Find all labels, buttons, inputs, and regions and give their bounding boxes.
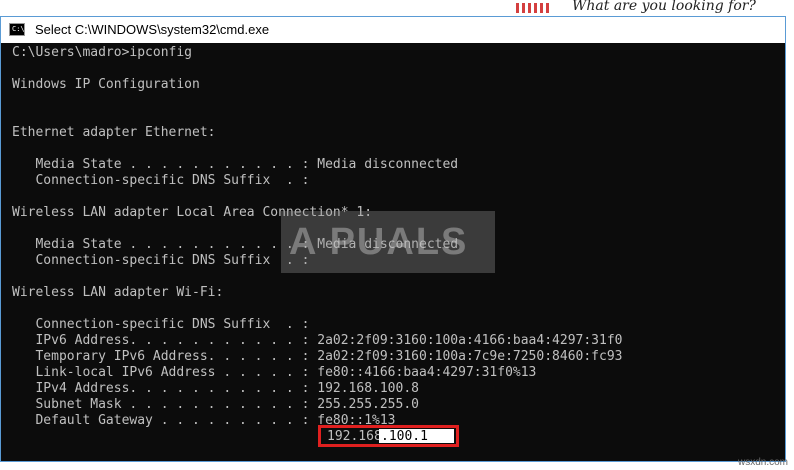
site-watermark: wsxdn.com xyxy=(737,457,788,468)
console-line: Media State . . . . . . . . . . . : Medi… xyxy=(12,157,459,172)
console-line: Temporary IPv6 Address. . . . . . : 2a02… xyxy=(12,349,623,364)
cmd-console-icon[interactable]: C:\ xyxy=(9,23,25,36)
console-line: IPv6 Address. . . . . . . . . . . : 2a02… xyxy=(12,333,623,348)
gateway-highlight-box: 192.168 .100.1 xyxy=(318,425,459,447)
console-line: Windows IP Configuration xyxy=(12,77,200,92)
gateway-selection[interactable]: .100.1 xyxy=(379,429,454,444)
window-title: Select C:\WINDOWS\system32\cmd.exe xyxy=(35,22,270,37)
gateway-selected-text: .100.1 xyxy=(381,429,428,444)
appuals-watermark: A PUALS xyxy=(281,211,495,273)
watermark-text: A PUALS xyxy=(289,221,469,263)
console-line: C:\Users\madro>ipconfig xyxy=(12,45,193,60)
gateway-prefix: 192.168 xyxy=(327,429,382,444)
screenshot-stage: What are you looking for? C:\ Select C:\… xyxy=(0,0,794,470)
console-line: Ethernet adapter Ethernet: xyxy=(12,125,216,140)
console-line: Wireless LAN adapter Wi-Fi: xyxy=(12,285,224,300)
console-line: Link-local IPv6 Address . . . . . : fe80… xyxy=(12,365,537,380)
console-line: Subnet Mask . . . . . . . . . . . : 255.… xyxy=(12,397,419,412)
background-page: What are you looking for? xyxy=(500,0,794,16)
console-line: IPv4 Address. . . . . . . . . . . : 192.… xyxy=(12,381,419,396)
window-titlebar[interactable]: C:\ Select C:\WINDOWS\system32\cmd.exe xyxy=(1,17,785,43)
cmd-icon-glyph: C:\ xyxy=(12,25,25,33)
background-heading: What are you looking for? xyxy=(572,0,756,14)
background-logo-stripes xyxy=(516,3,550,13)
console-line: Connection-specific DNS Suffix . : xyxy=(12,317,310,332)
console-line: Connection-specific DNS Suffix . : xyxy=(12,173,310,188)
